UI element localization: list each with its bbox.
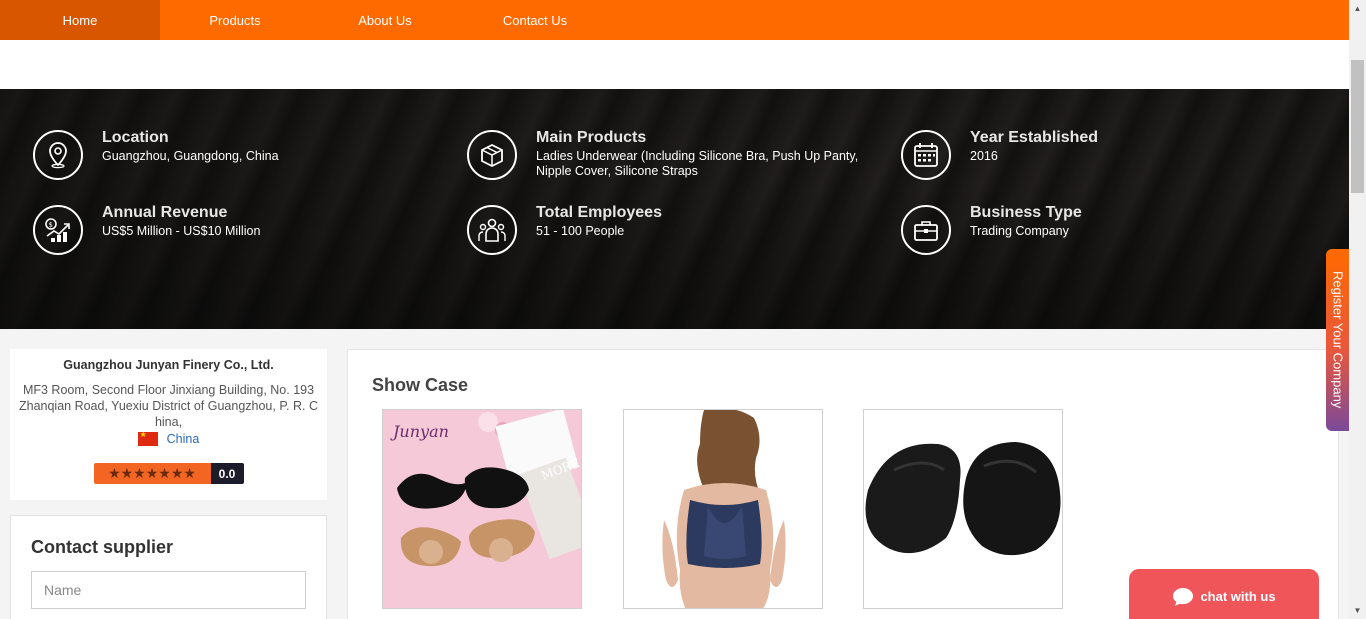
top-nav: Home Products About Us Contact Us xyxy=(0,0,1349,40)
fact-title: Annual Revenue xyxy=(102,204,228,221)
scroll-thumb[interactable] xyxy=(1351,60,1364,193)
nav-products[interactable]: Products xyxy=(160,0,310,40)
company-address: MF3 Room, Second Floor Jinxiang Building… xyxy=(18,383,319,429)
fact-value: Ladies Underwear (Including Silicone Bra… xyxy=(536,149,859,178)
fact-title: Year Established xyxy=(970,129,1099,146)
svg-text:$: $ xyxy=(49,221,53,229)
showcase-title: Show Case xyxy=(372,375,469,395)
product-thumb-silicone-bra[interactable]: MORE Junyan xyxy=(382,409,582,609)
star-icons: ★★★★★★★ xyxy=(108,465,196,481)
fact-title: Location xyxy=(102,129,169,146)
chat-label: chat with us xyxy=(1200,589,1276,604)
china-flag-icon xyxy=(137,430,158,446)
fact-total-employees: Total Employees 51 - 100 People xyxy=(467,204,876,255)
fact-value: 51 - 100 People xyxy=(536,224,625,238)
nav-home[interactable]: Home xyxy=(0,0,160,40)
box-icon xyxy=(467,130,517,180)
rating-badge: ★★★★★★★ 0.0 xyxy=(10,463,327,484)
company-country: China xyxy=(10,430,327,446)
fact-value: Trading Company xyxy=(970,224,1069,238)
register-company-label: Register Your Company xyxy=(1330,271,1346,409)
company-info-card: Guangzhou Junyan Finery Co., Ltd. MF3 Ro… xyxy=(10,349,327,500)
briefcase-icon xyxy=(901,205,951,255)
scroll-down-arrow-icon[interactable]: ▼ xyxy=(1349,602,1366,619)
people-icon xyxy=(467,205,517,255)
fact-year-established: Year Established 2016 xyxy=(901,129,1310,180)
scroll-up-arrow-icon[interactable]: ▲ xyxy=(1349,0,1366,17)
chat-with-us-button[interactable]: chat with us xyxy=(1129,569,1319,619)
fact-business-type: Business Type Trading Company xyxy=(901,204,1310,255)
fact-value: US$5 Million - US$10 Million xyxy=(102,224,261,238)
page-scrollbar[interactable]: ▲ ▼ xyxy=(1349,0,1366,619)
fact-location: Location Guangzhou, Guangdong, China xyxy=(33,129,442,180)
product-brand-text: Junyan xyxy=(390,422,449,441)
rating-score: 0.0 xyxy=(210,463,244,484)
fact-title: Business Type xyxy=(970,204,1082,221)
product-thumb-lace-bra[interactable] xyxy=(623,409,823,609)
fact-title: Total Employees xyxy=(536,204,662,221)
company-name: Guangzhou Junyan Finery Co., Ltd. xyxy=(63,358,274,372)
fact-value: 2016 xyxy=(970,149,998,163)
register-company-tab[interactable]: Register Your Company xyxy=(1326,249,1350,431)
fact-title: Main Products xyxy=(536,129,647,146)
map-pin-icon xyxy=(33,130,83,180)
calendar-icon xyxy=(901,130,951,180)
contact-supplier-card: Contact supplier xyxy=(10,515,327,619)
fact-main-products: Main Products Ladies Underwear (Includin… xyxy=(467,129,876,180)
chat-bubble-icon xyxy=(1173,587,1194,606)
product-thumb-bra-pads[interactable] xyxy=(863,409,1063,609)
country-link[interactable]: China xyxy=(167,432,200,446)
fact-value: Guangzhou, Guangdong, China xyxy=(102,149,279,163)
nav-contact-us[interactable]: Contact Us xyxy=(460,0,610,40)
revenue-chart-icon: $ xyxy=(33,205,83,255)
rating-stars: ★★★★★★★ xyxy=(93,463,211,484)
company-facts-banner: Location Guangzhou, Guangdong, China Mai… xyxy=(0,89,1349,329)
contact-title: Contact supplier xyxy=(31,537,174,557)
fact-annual-revenue: $ Annual Revenue US$5 Million - US$10 Mi… xyxy=(33,204,442,255)
nav-about-us[interactable]: About Us xyxy=(310,0,460,40)
nav-spacer xyxy=(0,40,1349,89)
name-input[interactable] xyxy=(31,571,306,609)
